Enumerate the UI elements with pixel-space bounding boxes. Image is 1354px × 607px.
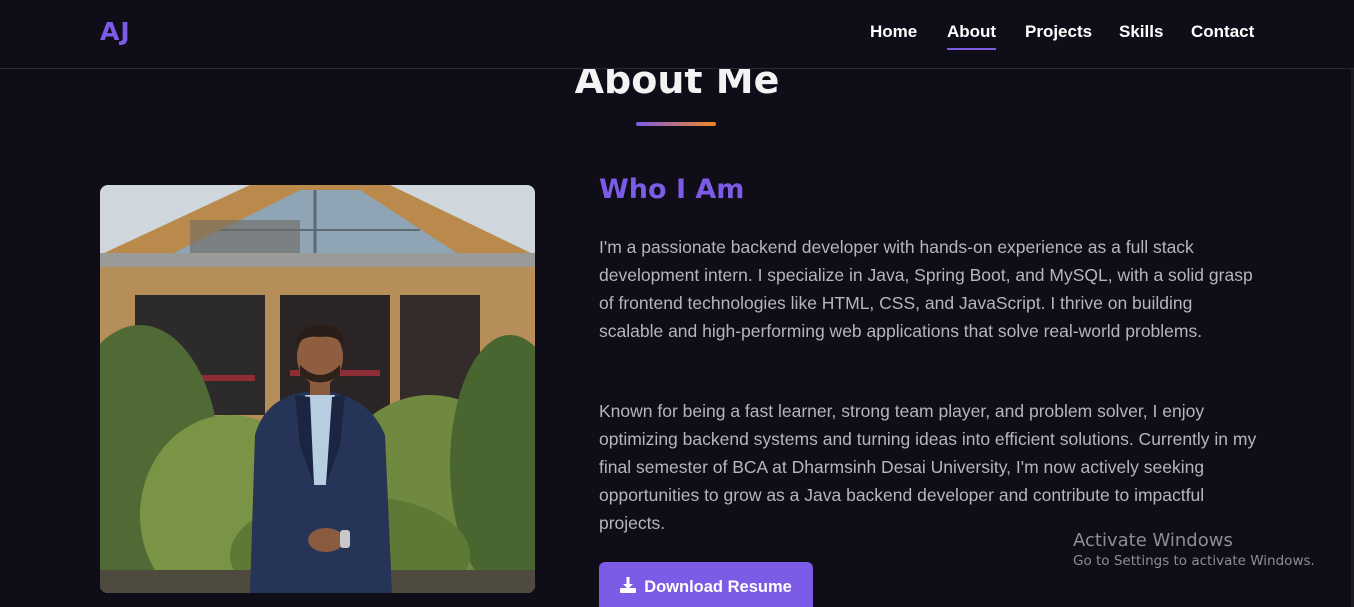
download-resume-label: Download Resume bbox=[644, 577, 792, 596]
nav-link-home[interactable]: Home bbox=[870, 22, 917, 42]
watermark-title: Activate Windows bbox=[1073, 530, 1233, 551]
windows-activation-watermark: Activate Windows Go to Settings to activ… bbox=[1073, 530, 1315, 569]
nav-link-contact[interactable]: Contact bbox=[1191, 22, 1254, 42]
nav-link-skills[interactable]: Skills bbox=[1119, 22, 1163, 42]
download-icon bbox=[620, 577, 637, 597]
title-underline bbox=[636, 122, 716, 126]
who-i-am-heading: Who I Am bbox=[599, 174, 745, 205]
watermark-subtitle: Go to Settings to activate Windows. bbox=[1073, 553, 1315, 569]
about-paragraph-1: I'm a passionate backend developer with … bbox=[599, 237, 1253, 341]
nav-link-projects[interactable]: Projects bbox=[1025, 22, 1092, 42]
navbar: AJ Home About Projects Skills Contact bbox=[0, 0, 1354, 69]
nav-links: Home About Projects Skills Contact bbox=[0, 22, 1354, 52]
nav-link-about[interactable]: About bbox=[947, 22, 997, 50]
about-paragraph-2: Known for being a fast learner, strong t… bbox=[599, 401, 1257, 533]
download-resume-button[interactable]: Download Resume bbox=[599, 562, 813, 607]
profile-photo bbox=[100, 185, 535, 593]
